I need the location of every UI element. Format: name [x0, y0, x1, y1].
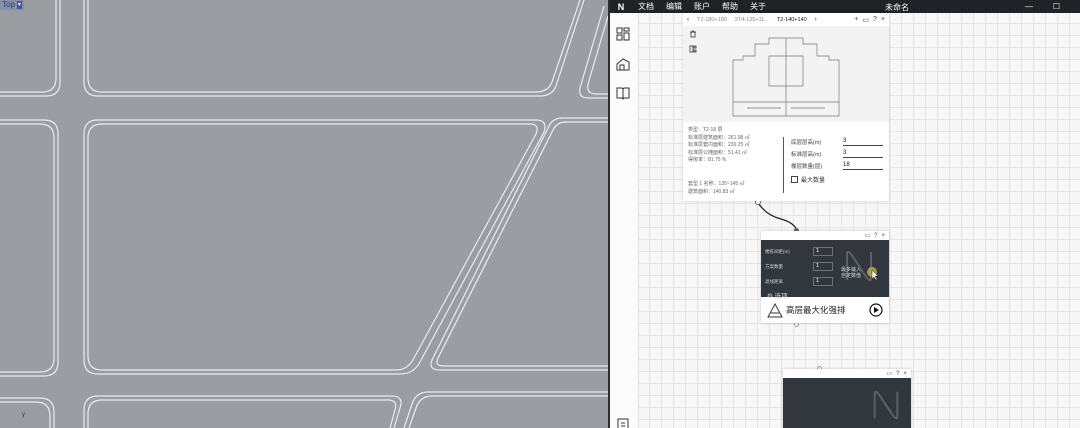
- unit-info: 套型 1 名称：135~145 ㎡ 建筑面积：140.83 ㎡: [688, 181, 745, 196]
- minimize-button[interactable]: —: [1025, 2, 1033, 11]
- tab-unit-2[interactable]: 2T4-125+11...: [731, 17, 773, 23]
- home-3d-icon[interactable]: [616, 57, 630, 71]
- unit-type-card: ‹ T2-180+180 2T4-125+11... T2-140+140 › …: [683, 13, 889, 201]
- document-title: 未命名: [885, 3, 909, 12]
- field-standard-height: 标准层高(m) 3: [791, 150, 883, 158]
- floor-plan-drawing: [732, 37, 840, 117]
- maximize-button[interactable]: ☐: [1053, 2, 1060, 11]
- stats-list: 类型：T2-18 层 标准层建筑面积：261.98 ㎡ 标准层套内面积：230.…: [688, 127, 750, 165]
- checkbox-label: 最大数量: [801, 178, 826, 184]
- left-toolbar: [610, 13, 639, 428]
- app-logo-icon: N: [617, 1, 625, 12]
- menu-item-document[interactable]: 文档: [638, 1, 654, 12]
- help-icon[interactable]: ?: [896, 371, 899, 377]
- tab-prev-icon[interactable]: ‹: [683, 16, 693, 23]
- help-icon[interactable]: ?: [874, 233, 877, 239]
- plugin-window: N 文档 编辑 账户 帮助 关于 未命名 — ☐ ‹ T2-180+180 2T…: [610, 0, 1080, 428]
- ground-height-input[interactable]: 3: [843, 138, 883, 146]
- close-icon[interactable]: ×: [881, 16, 885, 24]
- field-label: 底层层高(m): [791, 140, 822, 146]
- viewport-name-tab[interactable]: Top ▾: [0, 0, 24, 10]
- menu-item-help[interactable]: 帮助: [722, 1, 738, 12]
- field-ground-height: 底层层高(m) 3: [791, 138, 883, 146]
- viewport-dropdown-icon[interactable]: ▾: [16, 1, 22, 9]
- help-icon[interactable]: ?: [873, 16, 877, 24]
- unit-name: 套型 1 名称：135~145 ㎡: [688, 181, 745, 187]
- column-divider: [783, 137, 784, 193]
- spacing-input[interactable]: 1: [813, 247, 833, 256]
- tab-unit-3[interactable]: T2-140+140: [773, 17, 811, 23]
- param-label: 楼栋间距(m): [765, 249, 790, 254]
- node-header: ▭ ? ×: [761, 231, 889, 240]
- menu-item-about[interactable]: 关于: [750, 1, 766, 12]
- maximize-layout-node: ▭ ? × 楼栋间距(m) 1 方案数量 1 退线距离 1 最多输入自定数值: [761, 231, 889, 323]
- layout-icon[interactable]: [689, 45, 697, 53]
- run-button-icon[interactable]: [869, 303, 883, 317]
- comment-icon[interactable]: ▭: [862, 16, 869, 24]
- cursor-icon: [867, 267, 879, 280]
- field-label: 标准层高(m): [791, 152, 822, 158]
- close-icon[interactable]: ×: [903, 371, 907, 377]
- stat-type: 类型：T2-18 层: [688, 127, 723, 133]
- field-floor-count: 楼层数量(层) 18: [791, 162, 883, 170]
- node-body: [783, 378, 911, 428]
- axis-label-y: y: [22, 412, 25, 418]
- document-icon[interactable]: [616, 417, 630, 428]
- comment-icon[interactable]: ▭: [864, 232, 870, 239]
- param-label: 方案数量: [765, 264, 783, 269]
- setback-input[interactable]: 1: [813, 277, 833, 286]
- stat-gross-area: 标准层建筑面积：261.98 ㎡: [688, 134, 750, 141]
- floor-plan-preview: [683, 26, 889, 122]
- checkbox-box[interactable]: [791, 176, 798, 183]
- node-header: ▭ ? ×: [783, 369, 911, 378]
- menu-item-account[interactable]: 账户: [694, 1, 710, 12]
- rhino-viewport[interactable]: Top ▾ y: [0, 0, 608, 428]
- trash-icon[interactable]: [689, 30, 697, 38]
- stat-efficiency: 得房率：81.75 %: [688, 157, 727, 163]
- node-title: 高层最大化强排: [786, 305, 846, 315]
- brand-logo-icon: [873, 390, 899, 420]
- param-label: 退线距离: [765, 279, 783, 284]
- node-footer: 高层最大化强排: [761, 297, 889, 323]
- node-parameters: 楼栋间距(m) 1 方案数量 1 退线距离 1 最多输入 自定数值 ⚙ 选项: [761, 240, 889, 300]
- menu-item-edit[interactable]: 编辑: [666, 1, 682, 12]
- window-controls: — ☐: [1025, 0, 1060, 13]
- stat-net-area: 标准层套内面积：230.25 ㎡: [688, 142, 750, 148]
- tab-next-icon[interactable]: ›: [811, 16, 821, 23]
- result-node: ▭ ? ×: [783, 369, 911, 428]
- close-icon[interactable]: ×: [881, 233, 885, 239]
- tooltip: 最多输入 自定数值: [841, 267, 861, 279]
- title-bar: N 文档 编辑 账户 帮助 关于 未命名 — ☐: [610, 0, 1080, 13]
- unit-tabs: ‹ T2-180+180 2T4-125+11... T2-140+140 › …: [683, 13, 889, 27]
- node-canvas[interactable]: ‹ T2-180+180 2T4-125+11... T2-140+140 › …: [639, 13, 1080, 428]
- field-label: 楼层数量(层): [791, 164, 823, 170]
- book-icon[interactable]: [616, 86, 630, 100]
- viewport-name: Top: [2, 0, 15, 9]
- layout-tool-icon: [767, 302, 783, 318]
- floor-count-input[interactable]: 18: [843, 162, 883, 170]
- tooltip-text: 最多输入 自定数值: [841, 267, 862, 279]
- unit-area: 建筑面积：140.83 ㎡: [688, 188, 735, 195]
- tab-unit-1[interactable]: T2-180+180: [693, 17, 731, 23]
- stat-shared-area: 标准层公摊面积：51.41 ㎡: [688, 149, 747, 156]
- standard-height-input[interactable]: 3: [843, 150, 883, 158]
- layout-grid-icon[interactable]: [616, 27, 630, 41]
- add-icon[interactable]: +: [854, 16, 858, 24]
- comment-icon[interactable]: ▭: [886, 370, 892, 377]
- road-network-drawing: [0, 0, 608, 428]
- max-quantity-checkbox[interactable]: 最大数量: [791, 175, 825, 184]
- menu-bar: 文档 编辑 账户 帮助 关于: [638, 1, 766, 12]
- scheme-count-input[interactable]: 1: [813, 262, 833, 271]
